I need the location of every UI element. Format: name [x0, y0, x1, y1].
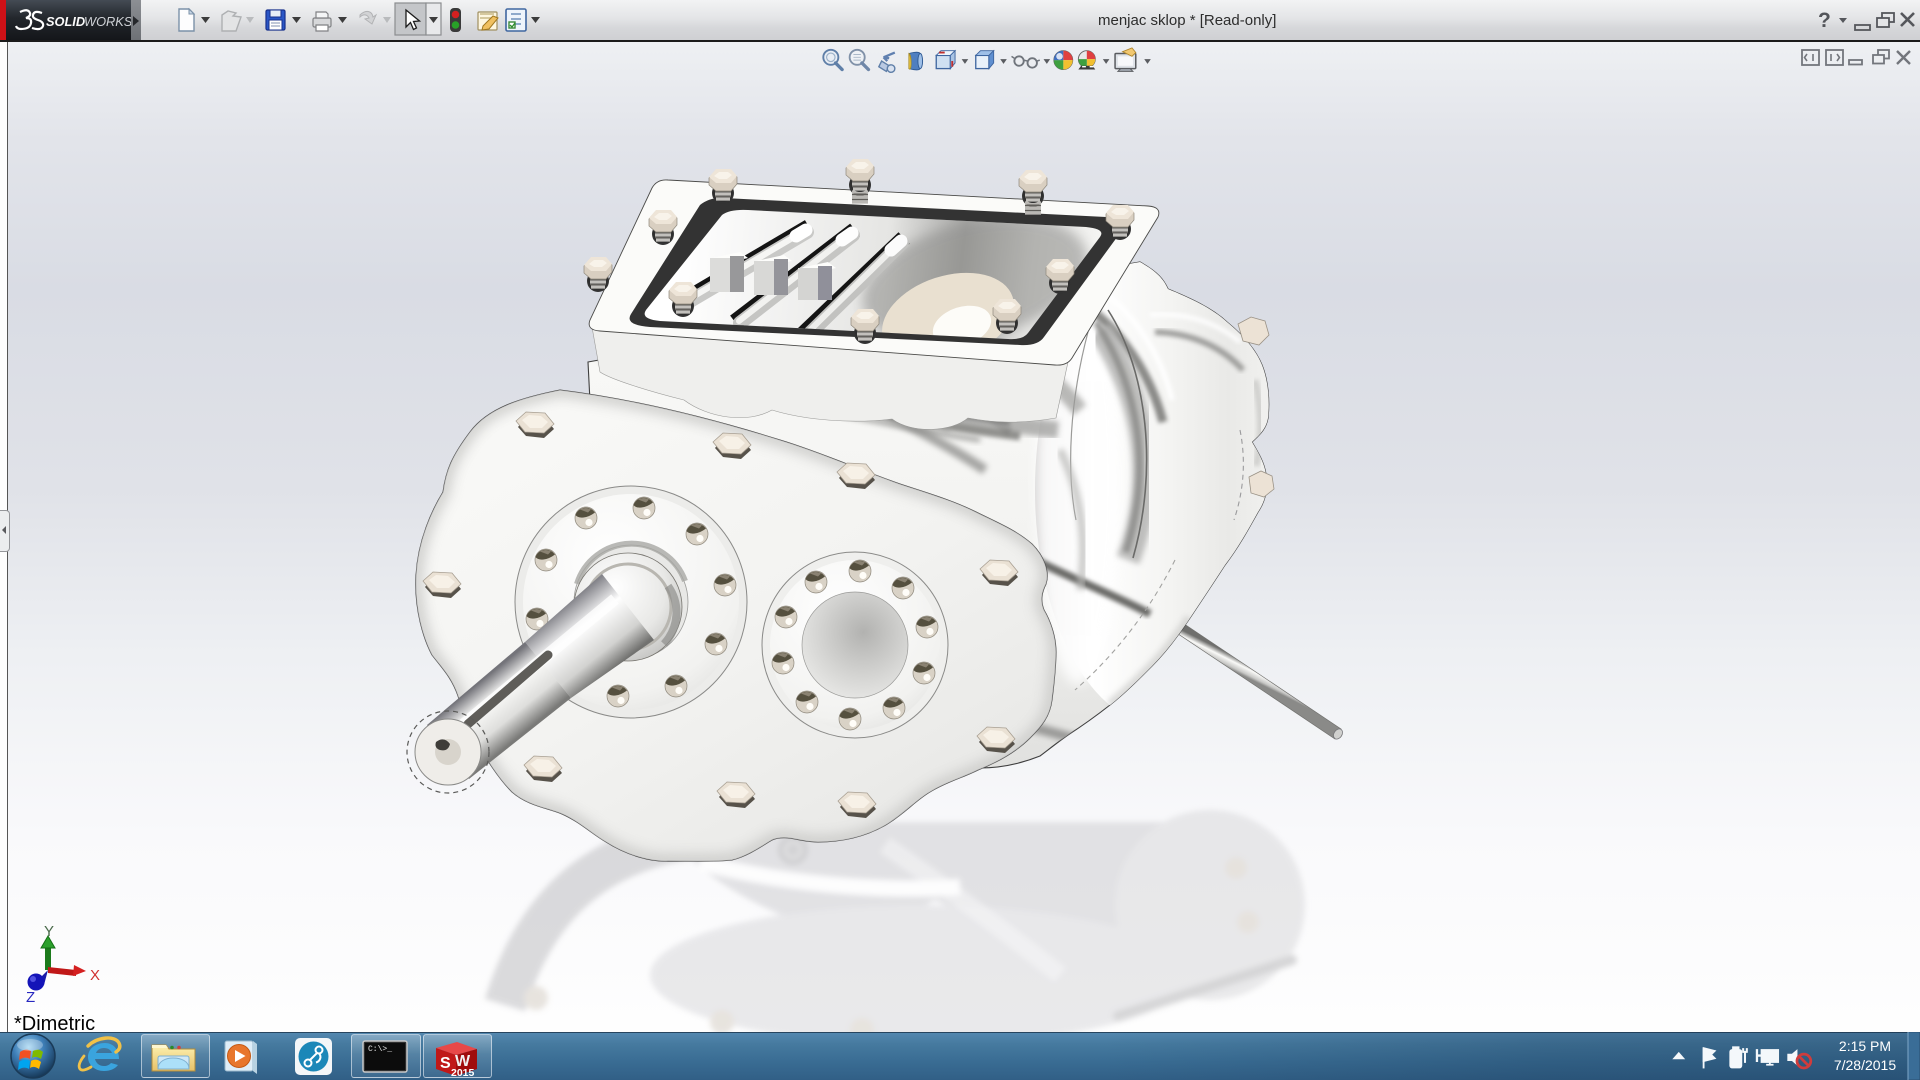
svg-text:Z: Z [26, 989, 35, 1006]
svg-text:?: ? [1818, 9, 1831, 32]
svg-text:C:\>_: C:\>_ [368, 1045, 392, 1054]
svg-text:S: S [440, 1055, 451, 1072]
svg-text:X: X [90, 967, 100, 984]
svg-text:2015: 2015 [451, 1067, 475, 1079]
